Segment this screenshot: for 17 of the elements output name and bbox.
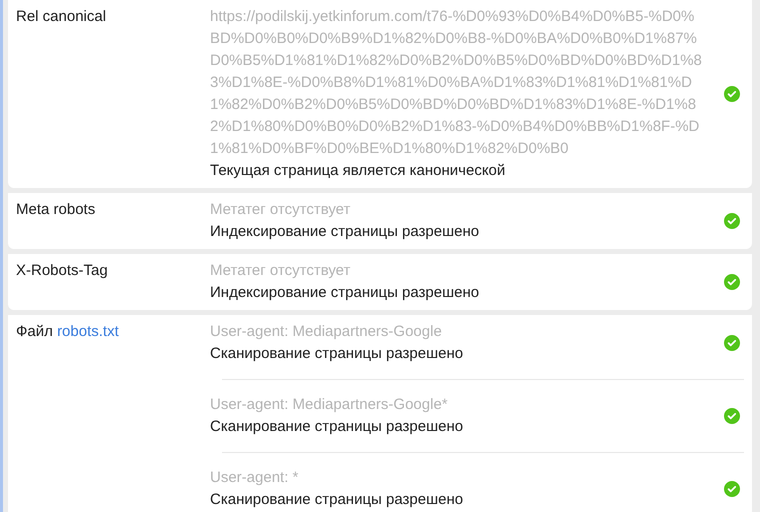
row-label: Meta robots xyxy=(16,201,96,218)
result-text: Сканирование страницы разрешено xyxy=(210,344,464,364)
result-text: Текущая страница является канонической xyxy=(210,161,506,181)
result-text: Индексирование страницы разрешено xyxy=(210,283,480,303)
result-text: Сканирование страницы разрешено xyxy=(210,417,464,437)
result-text: Индексирование страницы разрешено xyxy=(210,222,480,242)
result-text: Сканирование страницы разрешено xyxy=(210,490,464,510)
detail-text: Метатег отсутствует xyxy=(210,200,352,220)
row-label: Rel canonical xyxy=(16,8,106,25)
detail-text: User-agent: Mediapartners-Google* xyxy=(210,395,449,415)
detail-text: User-agent: Mediapartners-Google xyxy=(210,322,443,342)
row-label: X-Robots-Tag xyxy=(16,262,108,279)
file-link[interactable]: robots.txt xyxy=(57,323,119,340)
row-label: Файл xyxy=(16,323,53,340)
detail-text: Метатег отсутствует xyxy=(210,261,352,281)
detail-text: https://podilskij.yetkinforum.com/t76-%D0%93%D0%B4%D0%B5-%D0%BD%D0%B0%D0%B9%D1%82%D0%B8-%D0%BA%D0%B0%D1%87%D0%B5%D1%81%D1%82%D0%B2%D0%B5%D0%BD%D0%BD%D1%83%D1%8E-%D0%B8%D1%81%D0%BA%D1%83%D1%81%D1%81%D1%82%D0%B2%D0%B5%D0%BD%D0%BD%D1%83%D1%8E-%D1%82%D1%80%D0%B0%D0%B2%D1%83-%D0%B4%D0%BB%D1%8F-%D1%81%D0%BF%D0%BE%D1%80%D1%82%D0%B0 xyxy=(210,7,702,159)
detail-text: User-agent: * xyxy=(210,468,300,488)
